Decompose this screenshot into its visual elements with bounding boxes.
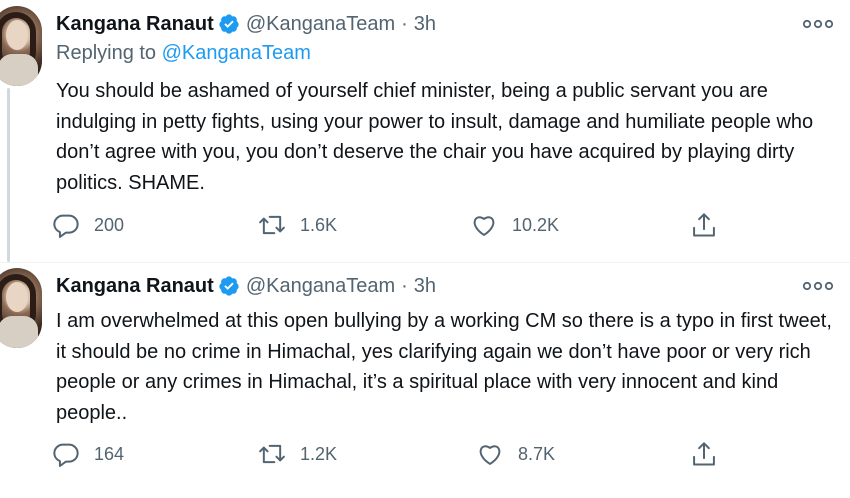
retweet-count: 1.2K	[300, 443, 338, 464]
separator-dot: ·	[401, 274, 408, 297]
author-handle[interactable]: @KanganaTeam	[246, 13, 395, 36]
tweet[interactable]: Kangana Ranaut @KanganaTeam · 3h Replyin…	[0, 0, 850, 262]
reply-icon	[53, 214, 79, 238]
tweet-header: Kangana Ranaut @KanganaTeam · 3h	[56, 272, 436, 300]
replying-mention[interactable]: @KanganaTeam	[162, 42, 311, 64]
tweet-actions: 164 1.2K 8.7K	[52, 438, 742, 470]
avatar[interactable]	[0, 6, 42, 86]
retweet-count: 1.6K	[300, 214, 338, 235]
more-options-icon[interactable]	[802, 17, 834, 31]
tweet-actions: 200 1.6K 10.2K	[52, 209, 742, 241]
replying-to: Replying to @KanganaTeam	[56, 42, 311, 65]
tweet-text: You should be ashamed of yourself chief …	[56, 80, 814, 194]
separator-dot: ·	[401, 12, 408, 35]
tweet-text: I am overwhelmed at this open bullying b…	[56, 310, 832, 424]
retweet-button[interactable]: 1.2K	[258, 438, 337, 470]
author-name[interactable]: Kangana Ranaut	[56, 275, 214, 298]
reply-count: 200	[94, 214, 125, 235]
verified-badge-icon	[219, 14, 239, 34]
author-name[interactable]: Kangana Ranaut	[56, 13, 214, 36]
like-button[interactable]: 8.7K	[476, 438, 555, 470]
share-icon	[693, 442, 715, 466]
reply-button[interactable]: 164	[52, 438, 124, 470]
timestamp[interactable]: 3h	[414, 13, 436, 36]
like-icon	[473, 216, 495, 236]
like-count: 10.2K	[512, 214, 560, 235]
replying-label: Replying to	[56, 42, 162, 64]
retweet-icon	[259, 444, 285, 464]
avatar[interactable]	[0, 268, 42, 348]
reply-icon	[53, 443, 79, 467]
retweet-button[interactable]: 1.6K	[258, 209, 337, 241]
more-options-icon[interactable]	[802, 279, 834, 293]
timestamp[interactable]: 3h	[414, 275, 436, 298]
share-button[interactable]	[690, 209, 732, 241]
reply-button[interactable]: 200	[52, 209, 124, 241]
tweet[interactable]: Kangana Ranaut @KanganaTeam · 3h I am ov…	[0, 262, 850, 498]
tweet-header: Kangana Ranaut @KanganaTeam · 3h	[56, 10, 436, 38]
thread-line	[7, 88, 10, 262]
like-count: 8.7K	[518, 443, 556, 464]
like-icon	[479, 445, 501, 465]
reply-count: 164	[94, 443, 125, 464]
like-button[interactable]: 10.2K	[470, 209, 559, 241]
verified-badge-icon	[219, 276, 239, 296]
share-button[interactable]	[690, 438, 732, 470]
share-icon	[693, 213, 715, 237]
author-handle[interactable]: @KanganaTeam	[246, 275, 395, 298]
retweet-icon	[259, 215, 285, 235]
